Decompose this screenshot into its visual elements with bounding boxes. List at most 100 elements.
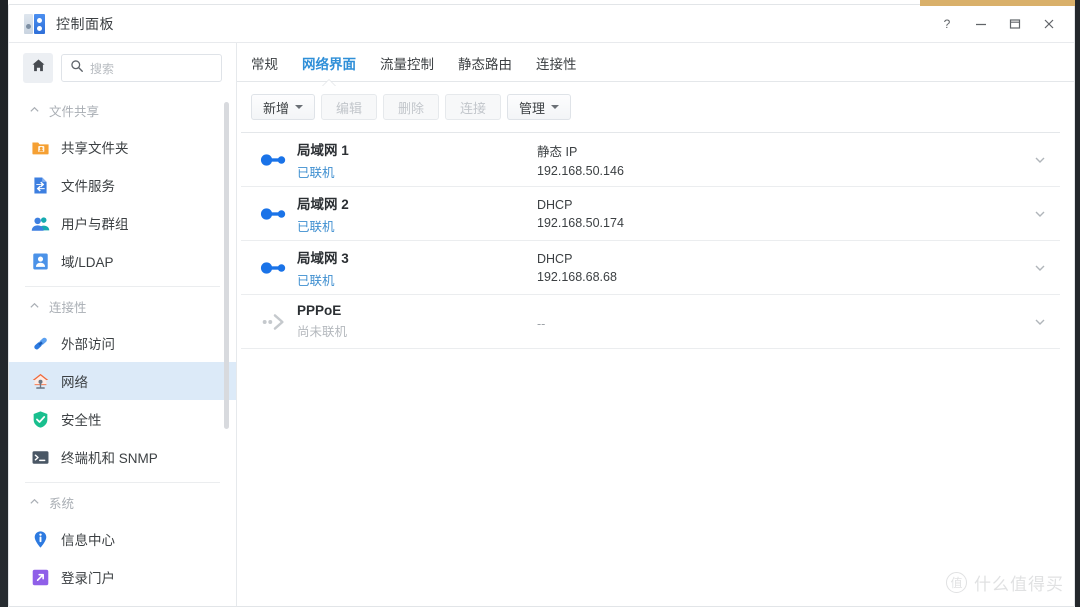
watermark: 值 什么值得买 bbox=[946, 570, 1064, 595]
interface-details: -- bbox=[537, 313, 1020, 331]
tab-connectivity[interactable]: 连接性 bbox=[536, 53, 577, 81]
chevron-up-icon bbox=[29, 104, 40, 118]
manage-button-label: 管理 bbox=[519, 100, 546, 116]
maximize-button[interactable] bbox=[1000, 9, 1030, 39]
sidebar-item-security[interactable]: 安全性 bbox=[9, 400, 236, 438]
screen: 控制面板 ? 搜索 文件共享 共享文件夹 文件服务 用户与群组 域/LDAP 连… bbox=[0, 0, 1080, 607]
svg-text:?: ? bbox=[944, 17, 951, 31]
sidebar-item-file-service[interactable]: 文件服务 bbox=[9, 166, 236, 204]
sidebar-group-file-sharing[interactable]: 文件共享 bbox=[9, 91, 236, 128]
edit-button[interactable]: 编辑 bbox=[321, 94, 378, 120]
sidebar-group-label: 文件共享 bbox=[49, 105, 100, 119]
domain-ldap-icon bbox=[31, 252, 50, 271]
sidebar-group-connectivity[interactable]: 连接性 bbox=[9, 287, 236, 324]
sidebar-toolbar: 搜索 bbox=[9, 43, 236, 91]
tab-static-route[interactable]: 静态路由 bbox=[458, 53, 512, 81]
manage-button[interactable]: 管理 bbox=[507, 94, 572, 120]
chevron-down-icon[interactable] bbox=[1020, 315, 1060, 329]
sidebar-item-label: 安全性 bbox=[61, 413, 102, 428]
window-titlebar: 控制面板 ? bbox=[9, 5, 1074, 43]
shared-folder-icon bbox=[31, 138, 50, 157]
sidebar-item-info-center[interactable]: 信息中心 bbox=[9, 520, 236, 558]
sidebar-item-label: 网络 bbox=[61, 375, 88, 390]
search-placeholder: 搜索 bbox=[90, 61, 115, 76]
interface-identity: PPPoE 尚未联机 bbox=[297, 303, 537, 340]
tab-general[interactable]: 常规 bbox=[251, 53, 278, 81]
tab-traffic-control[interactable]: 流量控制 bbox=[380, 53, 434, 81]
sidebar-item-network[interactable]: 网络 bbox=[9, 362, 236, 400]
delete-button[interactable]: 删除 bbox=[383, 94, 440, 120]
control-panel-window: 控制面板 ? 搜索 文件共享 共享文件夹 文件服务 用户与群组 域/LDAP 连… bbox=[8, 4, 1075, 607]
lan-connected-icon bbox=[251, 150, 297, 170]
minimize-button[interactable] bbox=[966, 9, 996, 39]
sidebar-item-label: 用户与群组 bbox=[61, 217, 129, 232]
chevron-down-icon[interactable] bbox=[1020, 261, 1060, 275]
home-button[interactable] bbox=[23, 53, 53, 83]
window-controls: ? bbox=[932, 5, 1064, 43]
sidebar-scrollbar[interactable] bbox=[224, 102, 229, 429]
sidebar-item-label: 外部访问 bbox=[61, 337, 115, 352]
sidebar-item-label: 登录门户 bbox=[61, 571, 115, 586]
chevron-down-icon bbox=[295, 105, 304, 109]
terminal-snmp-icon bbox=[31, 448, 50, 467]
action-toolbar: 新增 编辑 删除 连接 管理 bbox=[237, 82, 1074, 132]
close-button[interactable] bbox=[1034, 9, 1064, 39]
connect-button[interactable]: 连接 bbox=[445, 94, 502, 120]
lan-connected-icon bbox=[251, 204, 297, 224]
sidebar-scroll-area: 文件共享 共享文件夹 文件服务 用户与群组 域/LDAP 连接性 外部访问 网络… bbox=[9, 91, 236, 606]
security-icon bbox=[31, 410, 50, 429]
sidebar-item-users-groups[interactable]: 用户与群组 bbox=[9, 204, 236, 242]
sidebar-group-label: 连接性 bbox=[49, 301, 87, 315]
sidebar-item-login-portal[interactable]: 登录门户 bbox=[9, 558, 236, 596]
chevron-down-icon bbox=[551, 105, 560, 109]
external-access-icon bbox=[31, 334, 50, 353]
add-button[interactable]: 新增 bbox=[251, 94, 316, 120]
table-row[interactable]: 局域网 2 已联机 DHCP 192.168.50.174 bbox=[241, 187, 1060, 241]
sidebar-item-label: 域/LDAP bbox=[61, 255, 114, 270]
chevron-down-icon[interactable] bbox=[1020, 207, 1060, 221]
interface-name: PPPoE bbox=[297, 303, 342, 318]
tab-network-interface[interactable]: 网络界面 bbox=[302, 53, 356, 81]
sidebar-item-label: 终端机和 SNMP bbox=[61, 451, 158, 466]
table-row[interactable]: 局域网 1 已联机 静态 IP 192.168.50.146 bbox=[241, 133, 1060, 187]
status-badge: 尚未联机 bbox=[297, 325, 348, 339]
sidebar-item-label: 文件服务 bbox=[61, 179, 115, 194]
interface-details: 静态 IP 192.168.50.146 bbox=[537, 141, 1020, 178]
delete-button-label: 删除 bbox=[398, 100, 425, 116]
tab-bar: 常规 网络界面 流量控制 静态路由 连接性 bbox=[237, 43, 1074, 81]
window-title: 控制面板 bbox=[56, 15, 114, 32]
sidebar-item-domain-ldap[interactable]: 域/LDAP bbox=[9, 242, 236, 280]
interface-name: 局域网 2 bbox=[297, 196, 349, 212]
info-center-icon bbox=[31, 530, 50, 549]
status-badge: 已联机 bbox=[297, 219, 335, 234]
interface-details: DHCP 192.168.68.68 bbox=[537, 252, 1020, 284]
network-interface-list: 局域网 1 已联机 静态 IP 192.168.50.146 局域网 2 已联机… bbox=[241, 132, 1060, 349]
interface-identity: 局域网 3 已联机 bbox=[297, 247, 537, 289]
ip-address: 192.168.50.146 bbox=[537, 164, 624, 178]
sidebar-item-shared-folder[interactable]: 共享文件夹 bbox=[9, 128, 236, 166]
chevron-up-icon bbox=[29, 300, 40, 314]
search-input[interactable]: 搜索 bbox=[61, 54, 222, 82]
help-button[interactable]: ? bbox=[932, 9, 962, 39]
sidebar-item-external-access[interactable]: 外部访问 bbox=[9, 324, 236, 362]
sidebar-item-regional-options[interactable]: 区域选项 bbox=[9, 596, 236, 606]
edit-button-label: 编辑 bbox=[336, 100, 363, 116]
network-icon bbox=[31, 372, 50, 391]
ip-mode: DHCP bbox=[537, 197, 573, 212]
status-badge: 已联机 bbox=[297, 165, 335, 180]
add-button-label: 新增 bbox=[263, 100, 290, 116]
interface-identity: 局域网 2 已联机 bbox=[297, 193, 537, 235]
interface-details: DHCP 192.168.50.174 bbox=[537, 198, 1020, 230]
interface-name: 局域网 3 bbox=[297, 250, 349, 266]
sidebar-item-terminal-snmp[interactable]: 终端机和 SNMP bbox=[9, 438, 236, 476]
login-portal-icon bbox=[31, 568, 50, 587]
table-row[interactable]: 局域网 3 已联机 DHCP 192.168.68.68 bbox=[241, 241, 1060, 295]
sidebar-group-system[interactable]: 系统 bbox=[9, 483, 236, 520]
desktop-top-accent bbox=[920, 0, 1080, 6]
chevron-down-icon[interactable] bbox=[1020, 153, 1060, 167]
chevron-up-icon bbox=[29, 496, 40, 510]
pppoe-disconnected-icon bbox=[251, 312, 297, 332]
watermark-text: 什么值得买 bbox=[974, 575, 1064, 594]
table-row[interactable]: PPPoE 尚未联机 -- bbox=[241, 295, 1060, 349]
ip-mode: DHCP bbox=[537, 251, 573, 266]
